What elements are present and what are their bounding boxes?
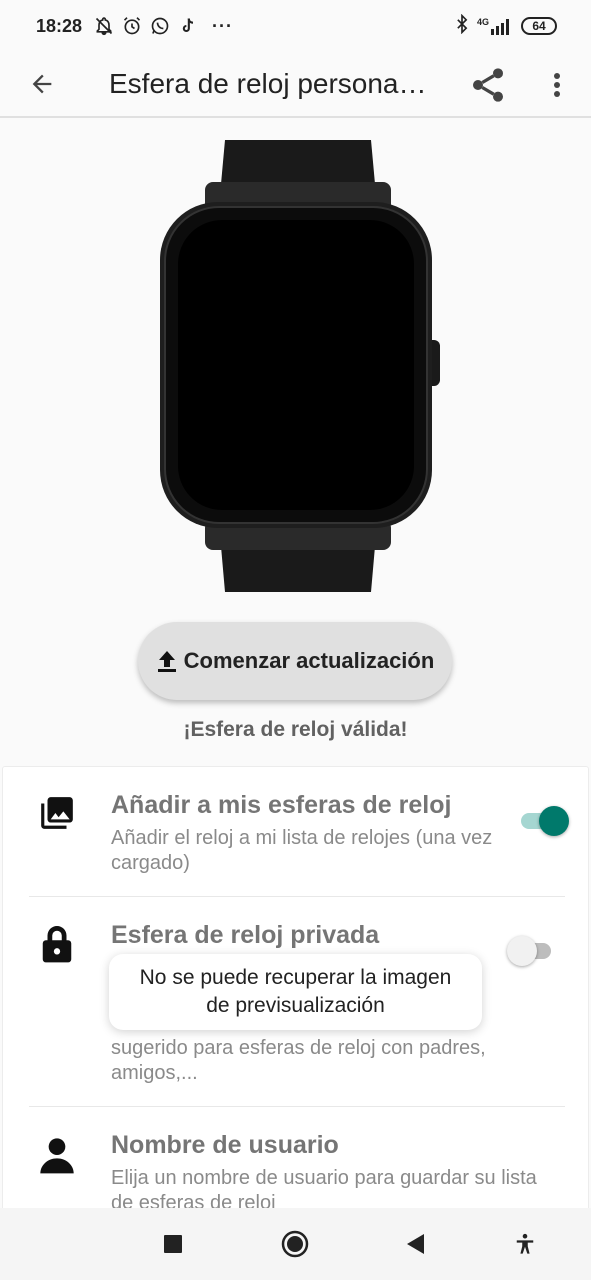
page-title: Esfera de reloj personalizada	[109, 68, 427, 99]
more-notifications-icon: ···	[212, 15, 234, 36]
toast-message: No se puede recuperar la imagen de previ…	[109, 954, 482, 1030]
setting-title: Añadir a mis esferas de reloj	[111, 791, 452, 819]
share-button[interactable]	[463, 57, 513, 113]
system-navigation-bar	[0, 1208, 591, 1280]
watch-face-preview	[150, 140, 460, 592]
back-button[interactable]	[0, 56, 84, 112]
square-icon	[164, 1235, 182, 1253]
status-time: 18:28	[36, 15, 83, 36]
lock-icon	[37, 925, 77, 965]
setting-description: Añadir el reloj a mi lista de relojes (u…	[111, 827, 493, 874]
battery-indicator: 64	[521, 17, 557, 35]
recents-button[interactable]	[155, 1226, 191, 1262]
private-watchface-toggle[interactable]	[507, 935, 559, 966]
triangle-back-icon	[407, 1234, 424, 1254]
share-icon	[473, 68, 503, 102]
accessibility-icon	[516, 1233, 534, 1254]
network-type-label: 4G	[476, 17, 489, 27]
whatsapp-icon	[150, 16, 170, 36]
setting-title: Esfera de reloj privada	[111, 921, 380, 949]
app-bar: Esfera de reloj personalizada	[0, 52, 591, 118]
arrow-back-icon	[32, 74, 52, 94]
notifications-off-icon	[94, 16, 114, 36]
accessibility-button[interactable]	[507, 1226, 543, 1262]
setting-description: sugerido para esferas de reloj con padre…	[111, 1037, 486, 1084]
setting-add-to-my-watchfaces[interactable]: Añadir a mis esferas de reloj Añadir el …	[3, 767, 588, 897]
more-vert-icon	[554, 73, 560, 97]
setting-title: Nombre de usuario	[111, 1131, 339, 1159]
status-bar: 18:28 ··· 4G 64	[0, 0, 591, 52]
photo-library-icon	[37, 793, 77, 833]
home-circle-icon	[281, 1230, 309, 1258]
home-button[interactable]	[277, 1226, 313, 1262]
overflow-menu-button[interactable]	[535, 57, 579, 113]
signal-icon: 4G	[477, 17, 513, 35]
start-update-label: Comenzar actualización	[183, 648, 435, 673]
tiktok-icon	[178, 16, 198, 36]
person-icon	[37, 1135, 77, 1175]
add-to-my-watchfaces-toggle[interactable]	[519, 805, 571, 836]
bluetooth-icon	[455, 13, 469, 39]
alarm-icon	[122, 16, 142, 36]
start-update-button[interactable]: Comenzar actualización	[138, 622, 452, 700]
upload-icon	[157, 651, 176, 672]
validation-status-text: ¡Esfera de reloj válida!	[183, 718, 408, 741]
back-nav-button[interactable]	[398, 1226, 434, 1262]
